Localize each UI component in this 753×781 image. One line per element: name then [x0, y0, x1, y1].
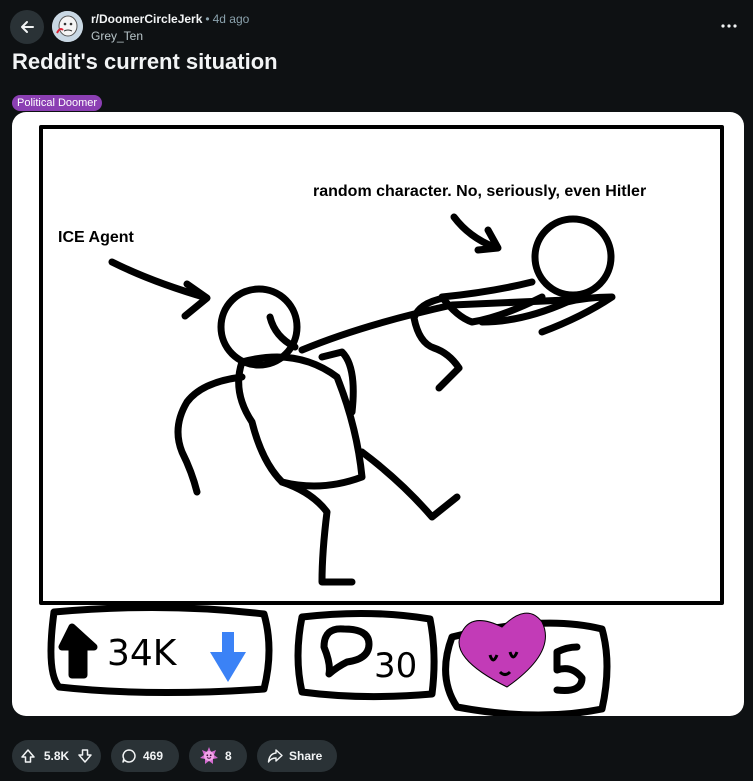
subreddit-avatar[interactable] — [52, 11, 83, 42]
ice-body — [235, 353, 366, 490]
more-options-icon — [721, 24, 737, 28]
downvote-button[interactable] — [77, 748, 93, 764]
drawn-comment-count: 30 — [374, 646, 417, 686]
share-button[interactable]: Share — [257, 740, 337, 772]
post-image[interactable]: ICE Agent random character. No, seriousl… — [12, 112, 744, 716]
meme-drawing: ICE Agent random character. No, seriousl… — [39, 125, 724, 716]
post-title: Reddit's current situation — [12, 49, 278, 74]
label-ice-agent: ICE Agent — [58, 229, 135, 246]
vote-count: 5.8K — [43, 749, 70, 763]
award-icon — [199, 746, 219, 766]
share-icon — [267, 748, 283, 764]
comments-button[interactable]: 469 — [111, 740, 179, 772]
back-button[interactable] — [10, 10, 44, 44]
share-label: Share — [289, 749, 323, 763]
award-count: 8 — [225, 749, 232, 763]
post-flair[interactable]: Political Doomer — [12, 95, 103, 111]
post-age: 4d ago — [212, 12, 250, 26]
back-arrow-icon — [21, 21, 34, 33]
subreddit-name[interactable]: r/DoomerCircleJerk — [91, 12, 202, 26]
drawn-vote-count: 34K — [107, 633, 178, 674]
action-bar: 5.8K 469 8 Share — [12, 740, 337, 772]
random-arrow — [450, 213, 502, 254]
random-head — [531, 215, 615, 299]
ice-face-line — [266, 313, 299, 351]
ice-right-leg — [358, 448, 461, 521]
separator-dot: • — [205, 12, 210, 26]
subreddit-line: r/DoomerCircleJerk • 4d ago — [91, 12, 249, 26]
upvote-button[interactable] — [20, 748, 36, 764]
post-header: r/DoomerCircleJerk • 4d ago Grey_Ten — [0, 0, 753, 46]
upvote-icon — [21, 749, 35, 763]
vote-control: 5.8K — [12, 740, 101, 772]
award-button[interactable]: 8 — [189, 740, 247, 772]
label-random-character: random character. No, seriously, even Hi… — [313, 183, 646, 200]
downvote-icon — [78, 749, 92, 763]
comment-icon — [121, 748, 137, 764]
drawn-downvote-arrow — [210, 632, 246, 682]
author-name[interactable]: Grey_Ten — [91, 29, 143, 43]
more-options-button[interactable] — [715, 14, 743, 38]
ice-head — [217, 285, 301, 369]
drawn-comment-bubble — [320, 625, 373, 678]
drawn-award-count: 5 — [560, 651, 585, 697]
comment-count: 469 — [143, 749, 164, 763]
ice-arrow — [108, 258, 211, 320]
ice-left-arm — [174, 373, 246, 496]
ice-left-leg — [278, 478, 356, 586]
drawn-upvote-arrow — [58, 623, 98, 679]
